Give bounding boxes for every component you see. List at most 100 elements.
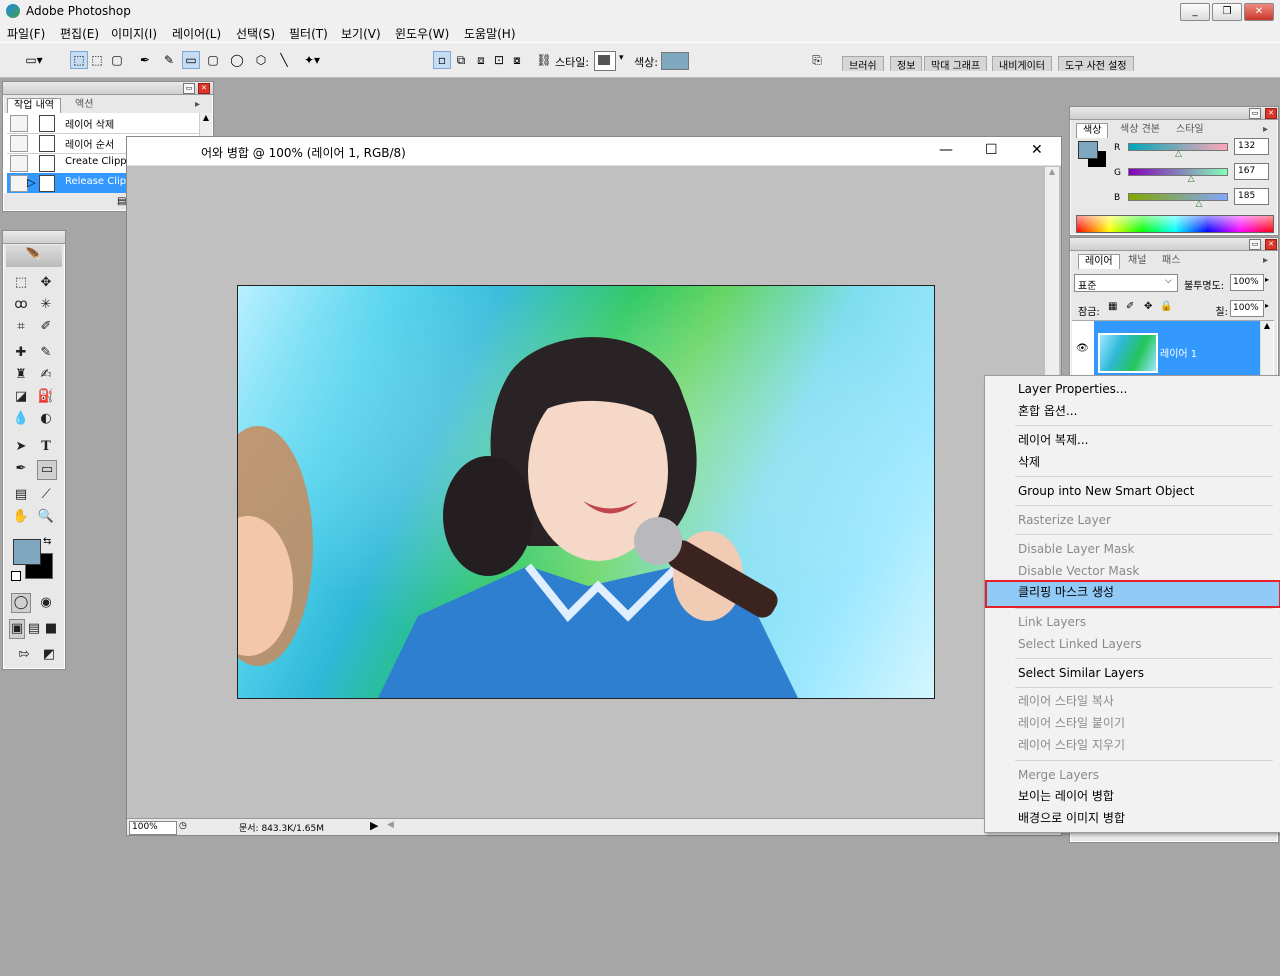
menu-item-group-smart-object[interactable]: Group into New Smart Object [1018, 481, 1194, 501]
crop-tool-icon[interactable]: ⌗ [11, 317, 31, 337]
menu-edit[interactable]: 편집(E) [60, 25, 99, 42]
menu-file[interactable]: 파일(F) [7, 25, 45, 42]
slice-tool-icon[interactable]: ✐ [36, 317, 56, 337]
fill-arrow-icon[interactable]: ▸ [1265, 301, 1269, 310]
brush-tool-icon[interactable]: ✎ [36, 343, 56, 363]
lock-transparency-icon[interactable]: ▦ [1108, 301, 1117, 312]
history-panel-titlebar[interactable]: ▭ ✕ [3, 82, 213, 95]
tab-tool-presets[interactable]: 도구 사전 설정 [1058, 56, 1134, 72]
doc-maximize-button[interactable]: ☐ [985, 142, 998, 158]
layers-panel-titlebar[interactable]: ▭ ✕ [1070, 238, 1278, 251]
eyedropper-tool-icon[interactable]: ⟋ [36, 485, 56, 505]
red-slider-thumb-icon[interactable]: △ [1175, 149, 1182, 159]
hand-tool-icon[interactable]: ✋ [11, 507, 31, 527]
blue-slider-thumb-icon[interactable]: △ [1196, 199, 1203, 209]
style-swatch[interactable] [594, 51, 616, 71]
marquee-tool-icon[interactable]: ⬚ [11, 273, 31, 293]
pen-tool-icon[interactable]: ✒ [11, 459, 31, 479]
menu-item-delete[interactable]: 삭제 [1018, 452, 1040, 472]
rectangle-shape-icon[interactable]: ▭ [182, 51, 200, 69]
move-tool-icon[interactable]: ✥ [36, 273, 56, 293]
panel-close-button[interactable]: ✕ [198, 83, 210, 94]
freeform-pen-icon[interactable]: ✎ [160, 51, 178, 69]
fg-color-swatch[interactable] [1078, 141, 1098, 159]
paths-icon[interactable]: ⬚ [88, 51, 106, 69]
panel-menu-icon[interactable]: ▸ [195, 98, 200, 112]
polygon-icon[interactable]: ⬡ [252, 51, 270, 69]
menu-item-blending-options[interactable]: 혼합 옵션... [1018, 401, 1077, 421]
quick-mask-icon[interactable]: ◉ [36, 593, 56, 613]
path-selection-icon[interactable]: ➤ [11, 437, 31, 457]
magic-wand-icon[interactable]: ✳ [36, 295, 56, 315]
lock-pixels-icon[interactable]: ✐ [1126, 301, 1134, 312]
menu-layer[interactable]: 레이어(L) [172, 25, 221, 42]
maximize-button[interactable]: ❐ [1212, 3, 1242, 21]
green-slider-thumb-icon[interactable]: △ [1188, 174, 1195, 184]
zoom-tool-icon[interactable]: 🔍 [36, 507, 56, 527]
menu-filter[interactable]: 필터(T) [289, 25, 328, 42]
full-screen-icon[interactable]: ■ [44, 619, 58, 639]
status-menu-arrow-icon[interactable]: ▶ [370, 819, 378, 832]
palette-well-icon[interactable]: ⎘ [808, 51, 826, 69]
tab-navigator[interactable]: 내비게이터 [992, 56, 1052, 72]
clone-stamp-icon[interactable]: ♜ [11, 365, 31, 385]
red-value-field[interactable]: 132 [1234, 138, 1269, 155]
panel-menu-icon[interactable]: ▸ [1263, 123, 1268, 137]
custom-shape-icon[interactable]: ✦▾ [298, 51, 326, 69]
doc-minimize-button[interactable]: — [939, 142, 953, 158]
menu-item-create-clipping-mask[interactable]: 클리핑 마스크 생성 [1018, 582, 1114, 602]
tool-preset-picker[interactable]: ▭▾ [22, 51, 46, 69]
link-icon[interactable]: ⛓ [535, 51, 553, 69]
history-brush-icon[interactable]: ✍ [36, 365, 56, 385]
imageready-icon[interactable]: ◩ [39, 645, 59, 665]
eye-visibility-icon[interactable]: 👁 [1076, 343, 1089, 354]
tab-info[interactable]: 정보 [890, 56, 923, 72]
fill-pixels-icon[interactable]: ▢ [108, 51, 126, 69]
add-mode-icon[interactable]: ⧉ [452, 51, 470, 69]
rectangle-tool-icon[interactable]: ▭ [37, 460, 57, 480]
document-titlebar[interactable]: 어와 병합 @ 100% (레이어 1, RGB/8) — ☐ ✕ [127, 137, 1061, 166]
tab-history[interactable]: 작업 내역 [7, 98, 61, 113]
pen-tool-icon[interactable]: ✒ [136, 51, 154, 69]
menu-help[interactable]: 도움말(H) [464, 25, 516, 42]
tab-actions[interactable]: 액션 [69, 98, 99, 112]
panel-close-button[interactable]: ✕ [1265, 108, 1277, 119]
doc-close-button[interactable]: ✕ [1031, 142, 1043, 158]
full-screen-menu-icon[interactable]: ▤ [27, 619, 41, 639]
toolbox-titlebar[interactable] [3, 231, 65, 244]
layer-row[interactable]: 👁 레이어 1 [1072, 321, 1260, 377]
notes-tool-icon[interactable]: ▤ [11, 485, 31, 505]
menu-item-select-similar-layers[interactable]: Select Similar Layers [1018, 663, 1144, 683]
canvas-image[interactable] [237, 285, 935, 699]
zoom-field[interactable]: 100% [129, 821, 177, 835]
menu-view[interactable]: 보기(V) [341, 25, 381, 42]
panel-minimize-button[interactable]: ▭ [1249, 239, 1261, 250]
feather-logo-icon[interactable]: 🪶 [6, 245, 62, 267]
menu-select[interactable]: 선택(S) [236, 25, 275, 42]
default-colors-icon[interactable] [11, 571, 21, 581]
color-swatch[interactable] [661, 52, 689, 70]
tab-histogram[interactable]: 막대 그래프 [924, 56, 988, 72]
opacity-arrow-icon[interactable]: ▸ [1265, 275, 1269, 284]
tab-swatches[interactable]: 색상 견본 [1114, 123, 1166, 137]
tab-color[interactable]: 색상 [1076, 123, 1109, 138]
standard-screen-icon[interactable]: ▣ [9, 619, 25, 639]
swap-colors-icon[interactable]: ⇆ [43, 536, 51, 547]
menu-image[interactable]: 이미지(I) [111, 25, 157, 42]
blue-slider[interactable] [1128, 193, 1228, 201]
standard-mode-icon[interactable]: ◯ [11, 593, 31, 613]
menu-item-merge-visible[interactable]: 보이는 레이어 병합 [1018, 786, 1114, 806]
menu-item-flatten-image[interactable]: 배경으로 이미지 병합 [1018, 808, 1125, 828]
green-value-field[interactable]: 167 [1234, 163, 1269, 180]
blue-value-field[interactable]: 185 [1234, 188, 1269, 205]
subtract-mode-icon[interactable]: ⧈ [472, 51, 490, 69]
tab-paths[interactable]: 패스 [1156, 254, 1186, 268]
paint-bucket-icon[interactable]: ⛽ [36, 387, 56, 407]
lasso-tool-icon[interactable]: ꝏ [11, 295, 31, 315]
new-layer-mode-icon[interactable]: ▫ [433, 51, 451, 69]
tab-brushes[interactable]: 브러쉬 [842, 56, 884, 72]
fill-field[interactable]: 100% [1230, 300, 1264, 317]
exclude-mode-icon[interactable]: ⧇ [508, 51, 526, 69]
healing-brush-icon[interactable]: ✚ [11, 343, 31, 363]
panel-menu-icon[interactable]: ▸ [1263, 254, 1268, 268]
